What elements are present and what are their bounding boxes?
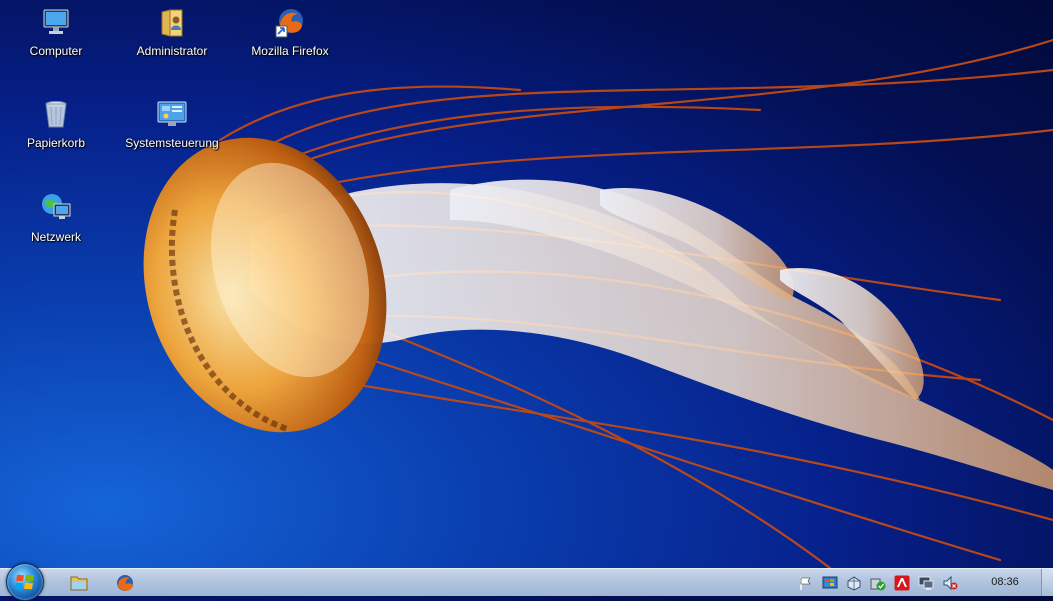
desktop-icon-label: Administrator: [136, 44, 208, 58]
windows-update-icon[interactable]: [822, 575, 838, 591]
network-tray-icon[interactable]: [846, 575, 862, 591]
explorer-icon: [70, 576, 88, 591]
taskbar-firefox-button[interactable]: [110, 571, 140, 595]
security-shield-icon[interactable]: [870, 575, 886, 591]
desktop-icon-label: Computer: [29, 44, 83, 58]
windows-logo-icon: [15, 574, 34, 590]
desktop-icon-label: Mozilla Firefox: [251, 44, 329, 58]
taskbar: 08:36: [0, 563, 1053, 601]
desktop-icon-firefox[interactable]: Mozilla Firefox: [235, 6, 345, 58]
recycle-bin-icon: [45, 101, 67, 128]
network-icon: [42, 194, 71, 219]
action-center-flag-icon[interactable]: [798, 575, 814, 591]
desktop-icon-computer[interactable]: Computer: [1, 6, 111, 58]
desktop-icon-network[interactable]: Netzwerk: [1, 192, 111, 244]
desktop-icon-label: Netzwerk: [30, 230, 81, 244]
user-folder-icon: [161, 9, 183, 37]
taskbar-clock[interactable]: 08:36: [983, 576, 1027, 588]
desktop-icon-label: Systemsteuerung: [125, 136, 219, 150]
firefox-icon: [117, 575, 133, 591]
desktop-icon-label: Papierkorb: [26, 136, 86, 150]
desktop-icon-recycle-bin[interactable]: Papierkorb: [1, 98, 111, 150]
jellyfish-wallpaper: [143, 38, 1053, 568]
start-button[interactable]: [6, 563, 44, 601]
taskbar-explorer-button[interactable]: [64, 571, 94, 595]
speaker-muted-icon[interactable]: [942, 575, 958, 591]
display-icon[interactable]: [918, 575, 934, 591]
control-panel-icon: [157, 101, 187, 126]
antivirus-umbrella-icon[interactable]: [894, 575, 910, 591]
show-desktop-button[interactable]: [1041, 569, 1053, 596]
desktop-icon-control-panel[interactable]: Systemsteuerung: [117, 98, 227, 150]
firefox-icon: [275, 9, 303, 38]
desktop-icon-administrator[interactable]: Administrator: [117, 6, 227, 58]
computer-icon: [43, 9, 69, 34]
